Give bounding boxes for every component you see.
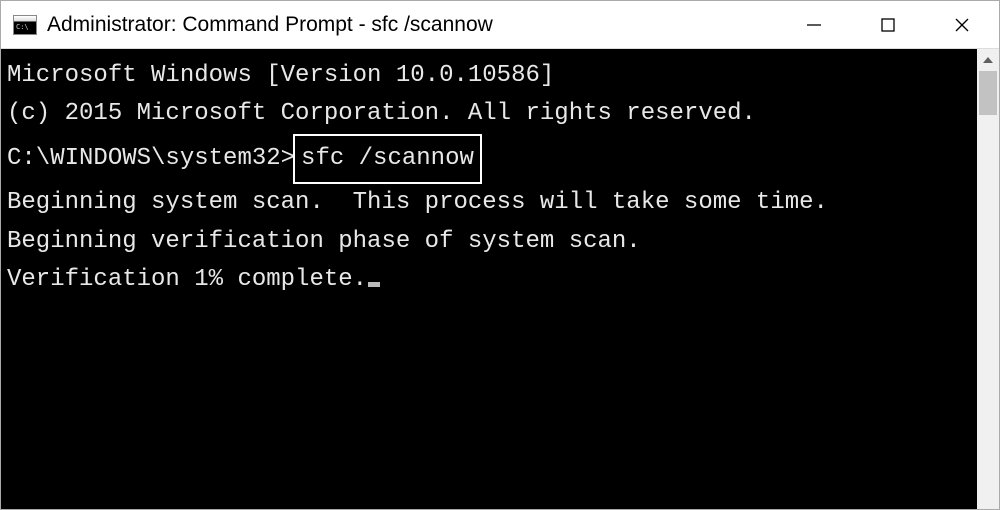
minimize-button[interactable] (777, 1, 851, 48)
terminal-output[interactable]: Microsoft Windows [Version 10.0.10586](c… (1, 49, 977, 509)
terminal-line: Beginning verification phase of system s… (7, 223, 977, 261)
prompt-path: C:\WINDOWS\system32> (7, 145, 295, 172)
client-area: Microsoft Windows [Version 10.0.10586](c… (1, 49, 999, 509)
terminal-line: Verification 1% complete. (7, 261, 977, 299)
cursor-icon (368, 282, 380, 287)
window-controls (777, 1, 999, 48)
scroll-thumb[interactable] (979, 71, 997, 115)
terminal-line: Beginning system scan. This process will… (7, 184, 977, 222)
window-title: Administrator: Command Prompt - sfc /sca… (47, 13, 777, 37)
cmd-window: C:\ Administrator: Command Prompt - sfc … (0, 0, 1000, 510)
terminal-line: Microsoft Windows [Version 10.0.10586] (7, 57, 977, 95)
scroll-up-button[interactable] (977, 49, 999, 71)
terminal-line: (c) 2015 Microsoft Corporation. All righ… (7, 95, 977, 133)
verification-text: Verification 1% complete. (7, 266, 367, 293)
cmd-icon: C:\ (13, 15, 37, 35)
titlebar[interactable]: C:\ Administrator: Command Prompt - sfc … (1, 1, 999, 49)
vertical-scrollbar[interactable] (977, 49, 999, 509)
scroll-track[interactable] (977, 71, 999, 509)
terminal-prompt-line: C:\WINDOWS\system32>sfc /scannow (7, 134, 977, 184)
close-button[interactable] (925, 1, 999, 48)
command-highlight: sfc /scannow (293, 134, 482, 184)
maximize-button[interactable] (851, 1, 925, 48)
